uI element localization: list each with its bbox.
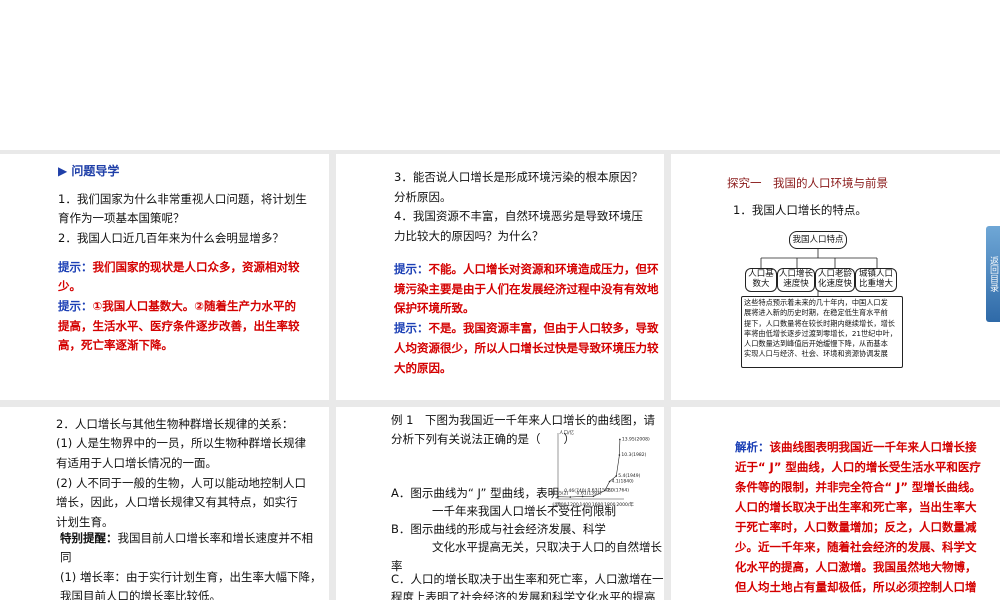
- question-2: 2．我国人口近几百年来为什么会明显增多？: [58, 231, 284, 245]
- data-label: 4.1(1840): [612, 479, 634, 485]
- data-point: [604, 489, 606, 492]
- hint-1-line-2: 少。: [58, 279, 81, 293]
- hint-2-line-3: 高，死亡率逐渐下降。: [58, 338, 173, 352]
- diagram-node-base-large: 人口基 数大: [745, 268, 777, 292]
- slide-panel-population-features: 探究一 我国的人口环境与前景 1．我国人口增长的特点。 我国人口特点 人口基 数…: [671, 154, 1000, 400]
- question-1-line-2: 育作为一项基本国策呢？: [58, 211, 185, 225]
- hint-label: 提示：: [58, 299, 93, 313]
- question-4-line-2: 力比较大的原因吗？为什么？: [394, 229, 544, 243]
- analysis-line-4: 人口的增长取决于出生率和死亡率，当出生率大: [735, 500, 977, 514]
- hint-label: 提示：: [394, 262, 429, 276]
- x-tick-label: 2000/年: [616, 501, 634, 507]
- example-stem-line-1: 例 1 下图为我国近一千年来人口增长的曲线图，请: [391, 413, 655, 427]
- y-axis-label: 人口/亿: [559, 429, 575, 436]
- special-tip-line-4: 我国目前人口的增长率比较低。: [60, 589, 221, 600]
- analysis-line-8: 但人均土地占有量却极低，所以必须控制人口增: [735, 580, 977, 594]
- special-tip-line-2: 同: [60, 550, 72, 564]
- column-divider-1: [329, 150, 336, 600]
- option-b-line-1: B．图示曲线的形成与社会经济发展、科学: [391, 522, 606, 536]
- slide-panel-questions-2: 3．能否说人口增长是形成环境污染的根本原因？ 分析原因。 4．我国资源不丰富，自…: [336, 154, 664, 400]
- analysis-label: 解析：: [735, 440, 770, 454]
- explore-title: 探究一 我国的人口环境与前景: [727, 176, 888, 190]
- data-label: 10.3(1982): [621, 452, 646, 458]
- diagram-summary-box: 这些特点预示着未来的几十年内，中国人口发 展将进入新的历史时期，在稳定低生育水平…: [741, 296, 903, 368]
- row-divider-middle: [0, 400, 1000, 407]
- data-point: [608, 480, 611, 483]
- data-label: 13.95(2008): [622, 436, 650, 442]
- analysis-line-5: 于死亡率时，人口数量增加；反之，人口数量减: [735, 520, 977, 534]
- top-blank-area: [0, 0, 1000, 150]
- special-tip-line-1: 我国目前人口增长率和增长速度并不相: [117, 531, 314, 545]
- hint-1-line-1: 我们国家的现状是人口众多，资源相对较: [92, 260, 300, 274]
- data-point: [592, 495, 595, 498]
- data-point: [615, 475, 618, 477]
- hint-3-line-2: 境污染主要是由于人们在发展经济过程中没有有效地: [394, 282, 659, 296]
- data-label: 2.0(1764): [607, 487, 629, 493]
- question-3-line-1: 3．能否说人口增长是形成环境污染的根本原因？: [394, 170, 643, 184]
- option-a-line-1: A．图示曲线为“ J” 型曲线，表明: [391, 486, 560, 500]
- data-label: 5.4(1949): [618, 473, 640, 479]
- special-tip-label: 特别提醒：: [60, 531, 118, 545]
- relation-point-2-line-1: (2) 人不同于一般的生物，人可以能动地控制人口: [56, 476, 306, 490]
- hint-4-line-3: 大的原因。: [394, 361, 452, 375]
- special-tip-line-3: (1) 増长率：由于实行计划生育，出生率大幅下降，: [60, 570, 322, 584]
- question-4-line-1: 4．我国资源不丰富，自然环境恶劣是导致环境压: [394, 209, 643, 223]
- point-1: 1．我国人口增长的特点。: [733, 203, 867, 217]
- analysis-line-6: 少。近一千年来，随着社会经济的发展、科学文: [735, 540, 977, 554]
- data-point: [569, 496, 572, 498]
- slide-panel-questions: ▶ 问题导学 1．我们国家为什么非常重视人口问题，将计划生 育作为一项基本国策呢…: [0, 154, 329, 400]
- column-divider-2: [664, 150, 671, 600]
- hint-3-line-1: 不能。人口增长对资源和环境造成压力，但环: [428, 262, 659, 276]
- example-stem-line-2: 分析下列有关说法正确的是（ ）: [391, 432, 575, 446]
- slide-panel-analysis: 解析：该曲线图表明我国近一千年来人口增长接 近于“ J” 型曲线，人口的增长受生…: [671, 407, 1000, 600]
- diagram-node-growth-fast: 人口增长 速度快: [777, 268, 815, 292]
- relation-point-1-line-2: 有适用于人口增长情况的一面。: [56, 456, 217, 470]
- diagram-node-aging: 人口老龄 化速度快: [815, 268, 855, 292]
- option-a-line-2: 一千年来我国人口增长不受任何限制: [432, 504, 616, 518]
- hint-label: 提示：: [394, 321, 429, 335]
- relation-point-2-line-2: 增长，因此，人口增长规律又有其特点，如实行: [56, 495, 298, 509]
- data-point: [618, 454, 621, 456]
- diagram-node-urban: 城镇人口 比重增大: [855, 268, 897, 292]
- relation-point-1-line-1: (1) 人是生物界中的一员，所以生物种群增长规律: [56, 436, 306, 450]
- hint-3-line-3: 保护环境所致。: [394, 301, 475, 315]
- question-1-line-1: 1．我们国家为什么非常重视人口问题，将计划生: [58, 192, 307, 206]
- hint-4-line-1: 不是。我国资源丰富，但由于人口较多，导致: [428, 321, 659, 335]
- population-line-chart: 人口/亿公元1000 1200 1400 1600 1800 2000/年0.55(2)0…: [552, 429, 650, 507]
- data-point: [619, 438, 621, 441]
- slide-panel-growth-law: 2．人口增长与其他生物种群增长规律的关系： (1) 人是生物界中的一员，所以生物…: [0, 407, 329, 600]
- relation-heading: 2．人口增长与其他生物种群增长规律的关系：: [56, 417, 294, 431]
- analysis-line-2: 近于“ J” 型曲线，人口的增长受生活水平和医疗: [735, 460, 981, 474]
- return-to-contents-button[interactable]: 返回目录: [986, 226, 1000, 322]
- section-heading: ▶ 问题导学: [58, 164, 120, 178]
- slide-panel-example: 例 1 下图为我国近一千年来人口增长的曲线图，请 分析下列有关说法正确的是（ ）…: [336, 407, 664, 600]
- hint-2-line-2: 提高，生活水平、医疗条件逐步改善，出生率较: [58, 319, 300, 333]
- analysis-line-7: 化水平的提高，人口激增。我国虽然地大物博，: [735, 560, 977, 574]
- hint-2-line-1: ①我国人口基数大。②随着生产力水平的: [92, 299, 296, 313]
- option-c-line-2: 程度上表明了社会经济的发展和科学文化水平的提高: [391, 590, 656, 600]
- diagram-root-node: 我国人口特点: [789, 231, 847, 249]
- option-c-line-1: C．人口的增长取决于出生率和死亡率，人口激增在一定: [391, 572, 664, 586]
- option-b-line-2: 文化水平提高无关，只取决于人口的自然增长: [432, 540, 662, 554]
- hint-label: 提示：: [58, 260, 93, 274]
- question-3-line-2: 分析原因。: [394, 190, 452, 204]
- analysis-line-1: 该曲线图表明我国近一千年来人口增长接: [769, 440, 977, 454]
- analysis-line-3: 条件等的限制，并非完全符合“ J” 型增长曲线。: [735, 480, 981, 494]
- hint-4-line-2: 人均资源很少，所以人口增长过快是导致环境压力较: [394, 341, 659, 355]
